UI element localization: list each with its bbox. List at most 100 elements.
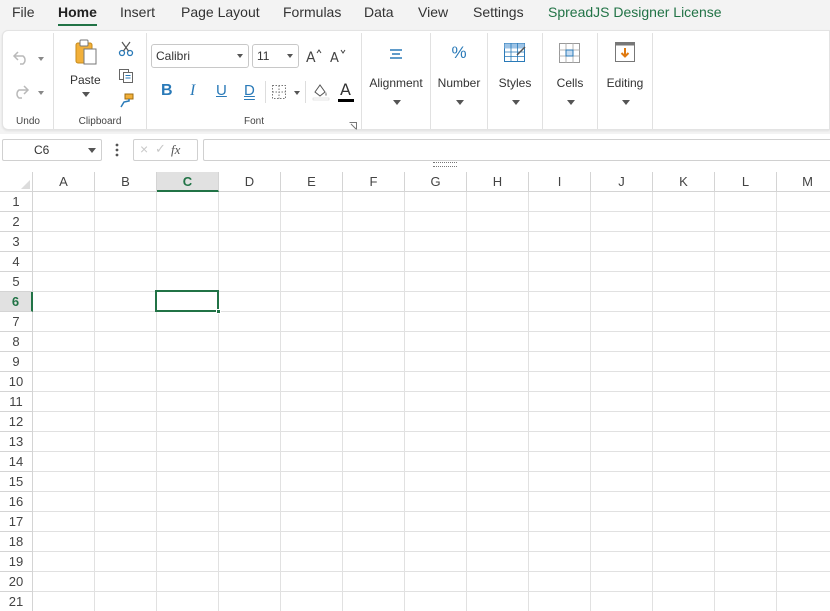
menu-settings[interactable]: Settings	[473, 4, 524, 24]
alignment-dropdown-icon[interactable]	[393, 100, 401, 105]
column-header-a[interactable]: A	[33, 172, 95, 192]
increase-font-size-icon[interactable]: A	[305, 47, 323, 68]
menu-data[interactable]: Data	[364, 4, 394, 24]
format-painter-icon[interactable]	[118, 92, 136, 111]
column-header-b[interactable]: B	[95, 172, 157, 192]
ribbon-panel: Undo Paste Clipboard Calibri 11 A A B I …	[2, 30, 830, 130]
fill-handle[interactable]	[216, 309, 221, 314]
row-header-19[interactable]: 19	[0, 552, 33, 572]
column-header-f[interactable]: F	[343, 172, 405, 192]
decrease-font-size-icon[interactable]: A	[329, 47, 347, 68]
cell-area[interactable]	[33, 192, 830, 611]
paste-icon[interactable]	[75, 39, 97, 68]
alignment-button[interactable]: Alignment	[362, 76, 430, 90]
paste-button[interactable]: Paste	[70, 73, 101, 87]
number-group[interactable]: % Number	[431, 31, 487, 131]
confirm-edit-icon[interactable]: ✓	[155, 141, 166, 157]
styles-button[interactable]: Styles	[488, 76, 542, 90]
menu-page-layout[interactable]: Page Layout	[181, 4, 260, 24]
font-name-value: Calibri	[156, 49, 191, 63]
row-header-16[interactable]: 16	[0, 492, 33, 512]
row-header-3[interactable]: 3	[0, 232, 33, 252]
select-all-corner[interactable]	[0, 172, 33, 192]
editing-group[interactable]: Editing	[598, 31, 652, 131]
styles-icon	[503, 41, 527, 68]
row-header-10[interactable]: 10	[0, 372, 33, 392]
double-underline-button[interactable]: D	[244, 82, 255, 99]
row-header-14[interactable]: 14	[0, 452, 33, 472]
cells-icon	[558, 42, 582, 67]
insert-function-icon[interactable]: fx	[171, 142, 180, 158]
italic-button[interactable]: I	[190, 82, 195, 100]
font-divider	[305, 81, 306, 103]
column-header-h[interactable]: H	[467, 172, 529, 192]
cancel-edit-icon[interactable]: ×	[140, 141, 148, 157]
row-header-15[interactable]: 15	[0, 472, 33, 492]
column-header-l[interactable]: L	[715, 172, 777, 192]
column-header-k[interactable]: K	[653, 172, 715, 192]
number-dropdown-icon[interactable]	[456, 100, 464, 105]
formula-input[interactable]	[203, 139, 830, 161]
active-cell[interactable]	[155, 290, 221, 314]
menu-view[interactable]: View	[418, 4, 448, 24]
row-header-7[interactable]: 7	[0, 312, 33, 332]
underline-button[interactable]: U	[216, 82, 227, 99]
column-header-j[interactable]: J	[591, 172, 653, 192]
number-icon: %	[451, 43, 467, 62]
row-header-1[interactable]: 1	[0, 192, 33, 212]
name-box[interactable]: C6	[2, 139, 102, 161]
row-header-13[interactable]: 13	[0, 432, 33, 452]
redo-dropdown-icon[interactable]	[38, 91, 44, 95]
font-divider	[265, 81, 266, 103]
cut-icon[interactable]	[118, 41, 134, 60]
row-header-21[interactable]: 21	[0, 592, 33, 611]
menu-license[interactable]: SpreadJS Designer License	[548, 4, 722, 24]
paste-dropdown-icon[interactable]	[82, 92, 90, 97]
styles-group[interactable]: Styles	[488, 31, 542, 131]
row-header-20[interactable]: 20	[0, 572, 33, 592]
number-button[interactable]: Number	[431, 76, 487, 90]
row-header-8[interactable]: 8	[0, 332, 33, 352]
menu-insert[interactable]: Insert	[120, 4, 155, 24]
alignment-group[interactable]: Alignment	[362, 31, 430, 131]
spreadsheet-grid[interactable]: ABCDEFGHIJKLM 1 2 3 4 5 6 7 8 9 10 11 12 13 14 15 16 17 1…	[0, 172, 830, 611]
undo-dropdown-icon[interactable]	[38, 57, 44, 61]
editing-button[interactable]: Editing	[598, 76, 652, 90]
editing-dropdown-icon[interactable]	[622, 100, 630, 105]
row-header-9[interactable]: 9	[0, 352, 33, 372]
row-header-12[interactable]: 12	[0, 412, 33, 432]
copy-icon[interactable]	[118, 68, 134, 87]
row-header-11[interactable]: 11	[0, 392, 33, 412]
cells-dropdown-icon[interactable]	[567, 100, 575, 105]
more-options-icon[interactable]	[115, 143, 119, 160]
column-header-m[interactable]: M	[777, 172, 830, 192]
cells-button[interactable]: Cells	[543, 76, 597, 90]
undo-icon[interactable]	[11, 49, 31, 68]
row-header-4[interactable]: 4	[0, 252, 33, 272]
row-header-5[interactable]: 5	[0, 272, 33, 292]
redo-icon[interactable]	[11, 83, 31, 102]
border-icon[interactable]	[271, 84, 287, 103]
menu-file[interactable]: File	[12, 4, 35, 24]
menu-formulas[interactable]: Formulas	[283, 4, 341, 24]
row-header-2[interactable]: 2	[0, 212, 33, 232]
font-color-button[interactable]: A	[340, 80, 351, 99]
border-dropdown-icon[interactable]	[294, 91, 300, 95]
row-header-18[interactable]: 18	[0, 532, 33, 552]
row-header-17[interactable]: 17	[0, 512, 33, 532]
fill-color-icon[interactable]	[311, 81, 331, 104]
formula-bar: C6 × ✓ fx	[0, 138, 830, 164]
column-header-c[interactable]: C	[157, 172, 219, 192]
column-header-e[interactable]: E	[281, 172, 343, 192]
row-header-6[interactable]: 6	[0, 292, 33, 312]
column-header-d[interactable]: D	[219, 172, 281, 192]
styles-dropdown-icon[interactable]	[512, 100, 520, 105]
formula-bar-resize-handle[interactable]	[433, 162, 457, 167]
bold-button[interactable]: B	[161, 82, 173, 100]
font-name-select[interactable]: Calibri	[151, 44, 249, 68]
font-size-select[interactable]: 11	[252, 44, 299, 68]
column-header-g[interactable]: G	[405, 172, 467, 192]
menu-home[interactable]: Home	[58, 4, 97, 26]
cells-group[interactable]: Cells	[543, 31, 597, 131]
column-header-i[interactable]: I	[529, 172, 591, 192]
